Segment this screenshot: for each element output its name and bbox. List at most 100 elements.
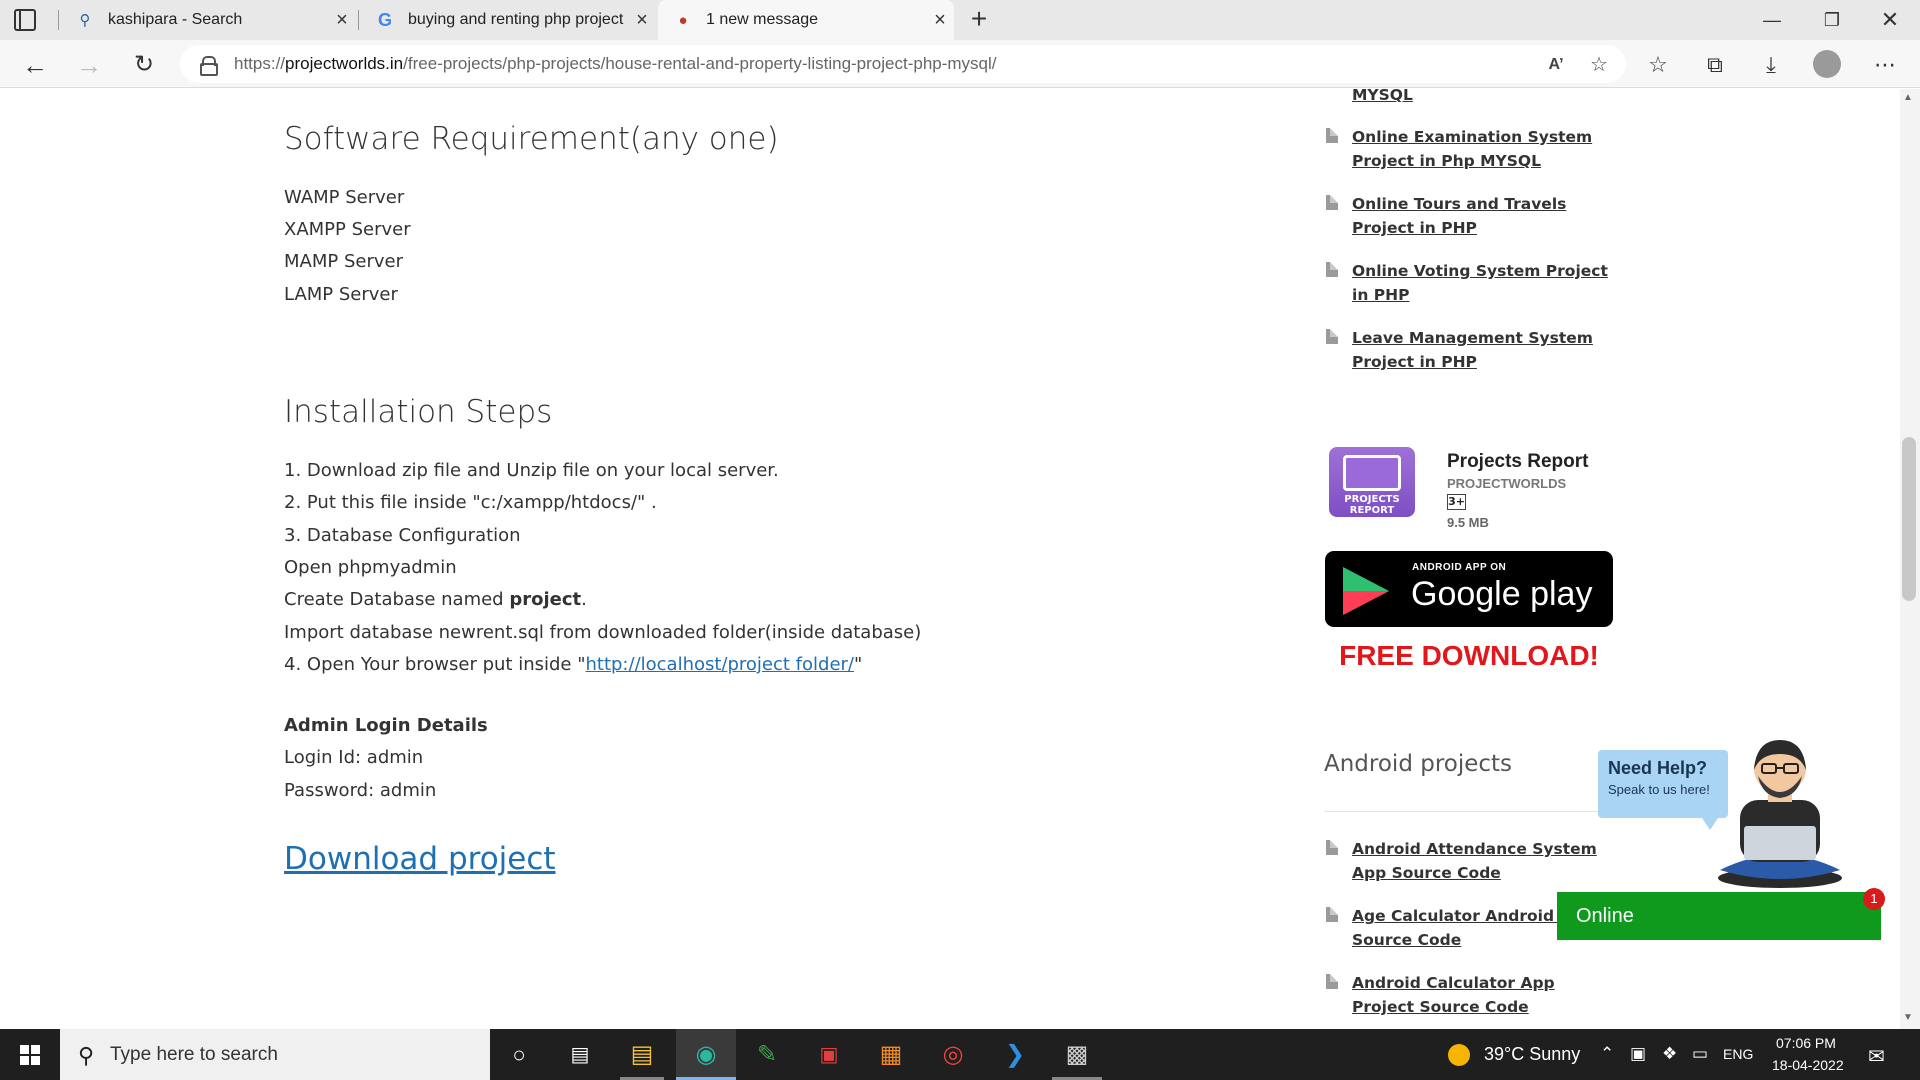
install-step: 2. Put this file inside "c:/xampp/htdocs… [284, 492, 657, 513]
media-app-icon[interactable]: ▣ [811, 1037, 847, 1073]
close-tab-icon[interactable]: × [926, 9, 954, 32]
tab-google-search[interactable]: G buying and renting php project × [360, 0, 656, 40]
url-text[interactable]: https://projectworlds.in/free-projects/p… [234, 54, 997, 74]
chat-online-bar[interactable]: Online [1557, 892, 1881, 940]
add-favorite-icon[interactable]: ☆ [1585, 51, 1613, 79]
document-icon [1326, 195, 1338, 210]
app-icon[interactable]: PROJECTS REPORT [1329, 447, 1415, 517]
close-window-icon[interactable]: ✕ [1862, 0, 1918, 40]
software-item: LAMP Server [284, 284, 398, 305]
sidebar-link[interactable]: Online Examination System Project in Php… [1352, 125, 1614, 173]
wifi-icon[interactable]: ❖ [1662, 1044, 1677, 1064]
install-step: Import database newrent.sql from downloa… [284, 622, 922, 643]
restore-icon[interactable]: ❐ [1804, 0, 1860, 40]
file-explorer-icon[interactable]: ▤ [624, 1037, 660, 1073]
chrome-icon[interactable]: ◎ [935, 1037, 971, 1073]
install-step: 3. Database Configuration [284, 525, 521, 546]
vscode-icon[interactable]: ❯ [997, 1037, 1033, 1073]
search-icon: ⚲ [78, 1043, 95, 1068]
tab-title: kashipara - Search [108, 11, 243, 28]
remote-desktop-icon[interactable]: ▩ [1059, 1037, 1095, 1073]
sidebar-link[interactable]: MYSQL [1352, 89, 1614, 107]
back-icon[interactable]: ← [18, 48, 52, 82]
task-view-icon[interactable]: ▤ [562, 1037, 598, 1073]
divider [1324, 811, 1614, 812]
step-text: . [581, 589, 587, 610]
collections-icon[interactable]: ⧉ [1700, 50, 1730, 80]
profile-avatar[interactable] [1813, 50, 1841, 78]
age-rating-badge: 3+ [1447, 494, 1466, 510]
book-icon [1343, 455, 1401, 491]
localhost-link[interactable]: http://localhost/project folder/ [585, 654, 854, 675]
tab-new-message[interactable]: ● 1 new message × [658, 0, 954, 40]
app-name[interactable]: Projects Report [1447, 451, 1588, 473]
battery-icon[interactable]: ▭ [1692, 1044, 1708, 1064]
document-icon [1326, 329, 1338, 344]
tab-actions-icon[interactable] [14, 9, 36, 31]
weather-text[interactable]: 39°C Sunny [1484, 1044, 1580, 1065]
tab-separator [358, 10, 359, 30]
url-host: projectworlds.in [285, 54, 404, 73]
scroll-down-arrow-icon[interactable]: ▼ [1903, 1012, 1913, 1023]
new-tab-button[interactable]: + [964, 4, 994, 34]
software-item: WAMP Server [284, 187, 405, 208]
tab-separator [58, 10, 59, 30]
sidebar-link[interactable]: Online Voting System Project in PHP [1352, 259, 1614, 307]
document-icon [1326, 907, 1338, 922]
refresh-icon[interactable]: ↻ [127, 48, 161, 82]
windows-start-icon[interactable] [20, 1045, 40, 1065]
android-projects-heading: Android projects [1324, 751, 1513, 777]
app-developer: PROJECTWORLDS [1447, 476, 1567, 491]
minimize-icon[interactable]: — [1744, 0, 1800, 40]
install-heading: Installation Steps [284, 394, 553, 430]
url-field[interactable]: https://projectworlds.in/free-projects/p… [180, 45, 1626, 83]
sublime-text-icon[interactable]: ▦ [873, 1037, 909, 1073]
address-toolbar: ← → ↻ https://projectworlds.in/free-proj… [0, 40, 1920, 88]
close-tab-icon[interactable]: × [328, 9, 356, 32]
support-agent-avatar[interactable] [1710, 730, 1850, 890]
notepad-plus-icon[interactable]: ✎ [749, 1037, 785, 1073]
lock-icon[interactable] [200, 56, 218, 76]
more-menu-icon[interactable]: ⋯ [1870, 50, 1900, 80]
scroll-up-arrow-icon[interactable]: ▲ [1903, 92, 1913, 103]
sidebar-link[interactable]: Online Tours and Travels Project in PHP [1352, 192, 1614, 240]
taskbar-search-box[interactable]: ⚲ Type here to search [60, 1029, 490, 1080]
sidebar-link[interactable]: Android Calculator App Project Source Co… [1352, 971, 1614, 1019]
gplay-wordmark: Google play [1411, 575, 1593, 613]
google-play-badge[interactable]: ANDROID APP ON Google play [1325, 551, 1613, 627]
scrollbar-thumb[interactable] [1902, 437, 1916, 601]
install-step: 4. Open Your browser put inside "http://… [284, 654, 862, 675]
free-download-text[interactable]: FREE DOWNLOAD! [1324, 640, 1614, 672]
clock-date[interactable]: 18-04-2022 [1772, 1057, 1844, 1073]
meet-now-icon[interactable]: ▣ [1630, 1044, 1646, 1064]
app-size: 9.5 MB [1447, 515, 1489, 530]
search-icon: ⚲ [79, 12, 91, 29]
download-project-link[interactable]: Download project [284, 841, 556, 877]
step-text: " [854, 654, 863, 675]
downloads-icon[interactable]: ⤓ [1756, 50, 1786, 80]
need-help-title: Need Help? [1608, 758, 1708, 778]
database-name: project [509, 589, 582, 610]
favorites-icon[interactable]: ☆ [1643, 50, 1673, 80]
cortana-icon[interactable]: ○ [501, 1037, 537, 1073]
need-help-bubble[interactable]: Need Help? Speak to us here! [1598, 750, 1728, 830]
unread-badge: 1 [1863, 888, 1885, 910]
document-icon [1326, 974, 1338, 989]
tab-kashipara-search[interactable]: ⚲ kashipara - Search × [60, 0, 356, 40]
clock-time[interactable]: 07:06 PM [1776, 1035, 1836, 1051]
url-prefix: https:// [234, 54, 286, 73]
install-step: Create Database named project. [284, 589, 587, 610]
sidebar-link[interactable]: Android Attendance System App Source Cod… [1352, 837, 1614, 885]
language-indicator[interactable]: ENG [1723, 1046, 1753, 1062]
windows-taskbar: ⚲ Type here to search ○ ▤ ▤ ◉ ✎ ▣ ▦ ◎ ❯ … [0, 1029, 1920, 1080]
read-aloud-icon[interactable]: A’ [1542, 51, 1570, 79]
forward-icon[interactable]: → [72, 48, 106, 82]
edge-browser-icon[interactable]: ◉ [688, 1037, 724, 1073]
close-tab-icon[interactable]: × [628, 9, 656, 32]
weather-sun-icon[interactable] [1448, 1044, 1470, 1066]
install-step: Open phpmyadmin [284, 557, 457, 578]
sidebar-link[interactable]: Leave Management System Project in PHP [1352, 326, 1614, 374]
notifications-icon[interactable]: ✉ [1868, 1044, 1885, 1069]
install-step: 1. Download zip file and Unzip file on y… [284, 460, 779, 481]
tray-chevron-icon[interactable]: ⌃ [1600, 1044, 1614, 1064]
